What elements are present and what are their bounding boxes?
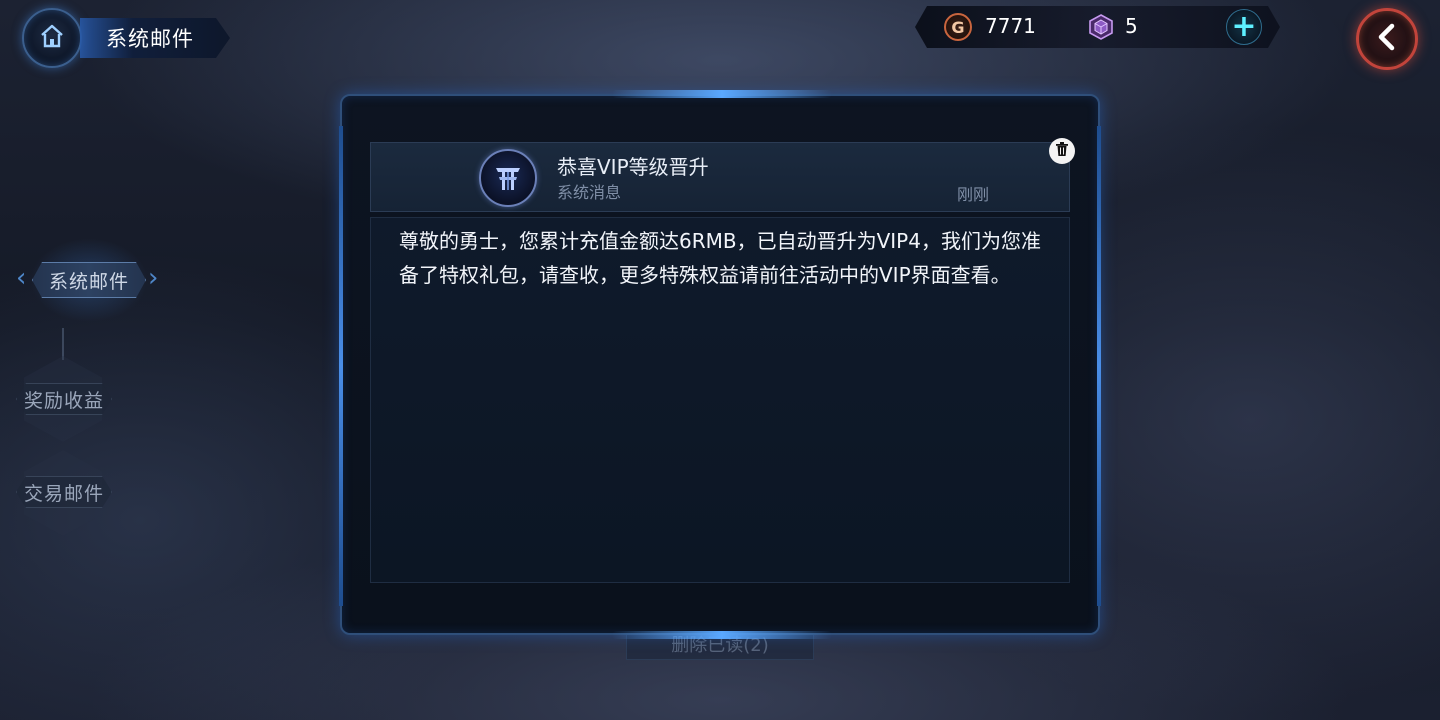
back-button[interactable] <box>1356 8 1418 70</box>
tab-label: 交易邮件 <box>23 482 104 505</box>
mail-header: 恭喜VIP等级晋升 系统消息 刚刚 <box>370 142 1070 212</box>
gem-cube-icon <box>1087 13 1115 41</box>
gold-amount: 7771 <box>985 14 1036 38</box>
tab-trade-mail[interactable]: 交易邮件 <box>16 476 112 508</box>
chevron-right-icon: › <box>148 263 159 293</box>
home-button[interactable] <box>22 8 82 68</box>
dialog-glow <box>612 90 832 98</box>
gold-symbol: G <box>951 17 965 37</box>
chevron-left-icon: ‹ <box>16 263 27 293</box>
plus-icon: + <box>1231 9 1257 44</box>
dialog-glow <box>612 631 832 639</box>
mail-body-text: 尊敬的勇士，您累计充值金额达6RMB，已自动晋升为VIP4，我们为您准备了特权礼… <box>399 229 1041 287</box>
emblem-icon <box>479 149 537 207</box>
nav-connector <box>62 328 64 360</box>
home-icon <box>39 23 65 53</box>
gold-coin-icon: G <box>944 13 972 41</box>
page-title: 系统邮件 <box>80 18 230 58</box>
trash-icon <box>1054 141 1070 161</box>
delete-mail-button[interactable] <box>1049 138 1075 164</box>
tab-label: 系统邮件 <box>48 270 129 293</box>
page-title-text: 系统邮件 <box>106 27 194 51</box>
gem-amount: 5 <box>1125 14 1138 38</box>
mail-type: 系统消息 <box>557 183 622 202</box>
dialog-edge <box>1097 126 1101 606</box>
add-currency-button[interactable]: + <box>1226 9 1262 45</box>
tab-label: 奖励收益 <box>23 389 104 412</box>
mail-time: 刚刚 <box>957 185 990 204</box>
tab-system-mail[interactable]: 系统邮件 <box>30 238 148 322</box>
tab-rewards[interactable]: 奖励收益 <box>16 383 112 415</box>
back-arrow-icon <box>1372 22 1402 56</box>
mail-body: 尊敬的勇士，您累计充值金额达6RMB，已自动晋升为VIP4，我们为您准备了特权礼… <box>370 217 1070 583</box>
dialog-edge <box>339 126 343 606</box>
mail-title: 恭喜VIP等级晋升 <box>557 155 709 179</box>
mail-dialog: 恭喜VIP等级晋升 系统消息 刚刚 尊敬的勇士，您累计充值金额达6RMB，已自动… <box>339 90 1101 639</box>
